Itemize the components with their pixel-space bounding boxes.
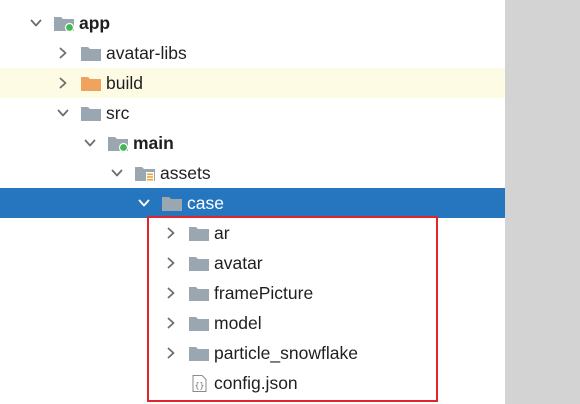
chevron-down-icon[interactable] — [108, 158, 126, 188]
tree-row[interactable]: case — [0, 188, 505, 218]
folder-icon — [188, 255, 210, 272]
chevron-right-icon[interactable] — [162, 218, 180, 248]
tree-row[interactable]: src — [0, 98, 505, 128]
chevron-down-icon[interactable] — [81, 128, 99, 158]
tree-row-label: assets — [160, 158, 211, 188]
tree-row-label: build — [106, 68, 143, 98]
folder-icon — [188, 285, 210, 302]
module-folder-icon — [107, 135, 129, 152]
project-tree: appavatar-libsbuildsrcmainassetscasearav… — [0, 0, 505, 404]
tree-row[interactable]: main — [0, 128, 505, 158]
tree-row-label: avatar-libs — [106, 38, 187, 68]
chevron-down-icon[interactable] — [27, 8, 45, 38]
json-file-icon: {} — [188, 375, 210, 392]
tree-row[interactable]: build — [0, 68, 505, 98]
chevron-right-icon[interactable] — [54, 68, 72, 98]
svg-text:{}: {} — [195, 381, 205, 390]
tree-row[interactable]: {} config.json — [0, 368, 505, 398]
folder-icon — [80, 45, 102, 62]
tree-row-label: src — [106, 98, 129, 128]
project-tree-panel: appavatar-libsbuildsrcmainassetscasearav… — [0, 0, 580, 404]
tree-row[interactable]: particle_snowflake — [0, 338, 505, 368]
folder-icon — [188, 315, 210, 332]
folder-icon — [80, 105, 102, 122]
tree-row[interactable]: app — [0, 8, 505, 38]
folder-icon — [188, 225, 210, 242]
build-folder-icon — [80, 75, 102, 92]
tree-row-label: particle_snowflake — [214, 338, 358, 368]
tree-row[interactable]: model — [0, 308, 505, 338]
chevron-right-icon[interactable] — [162, 248, 180, 278]
vertical-scrollbar[interactable] — [505, 0, 580, 404]
tree-row-label: ar — [214, 218, 230, 248]
chevron-right-icon[interactable] — [162, 338, 180, 368]
tree-row[interactable]: avatar — [0, 248, 505, 278]
tree-row[interactable]: assets — [0, 158, 505, 188]
tree-row-label: main — [133, 128, 174, 158]
assets-folder-icon — [134, 165, 156, 182]
chevron-right-icon[interactable] — [162, 308, 180, 338]
folder-icon — [161, 195, 183, 212]
tree-row[interactable]: ar — [0, 218, 505, 248]
tree-row[interactable]: avatar-libs — [0, 38, 505, 68]
module-folder-icon — [53, 15, 75, 32]
tree-row-label: framePicture — [214, 278, 313, 308]
tree-row-label: case — [187, 188, 224, 218]
tree-row[interactable]: framePicture — [0, 278, 505, 308]
chevron-right-icon[interactable] — [54, 38, 72, 68]
folder-icon — [188, 345, 210, 362]
tree-row-label: avatar — [214, 248, 263, 278]
chevron-right-icon[interactable] — [162, 278, 180, 308]
tree-row-label: app — [79, 8, 110, 38]
tree-row-label: config.json — [214, 368, 298, 398]
chevron-down-icon[interactable] — [54, 98, 72, 128]
chevron-down-icon[interactable] — [135, 188, 153, 218]
tree-row-label: model — [214, 308, 262, 338]
